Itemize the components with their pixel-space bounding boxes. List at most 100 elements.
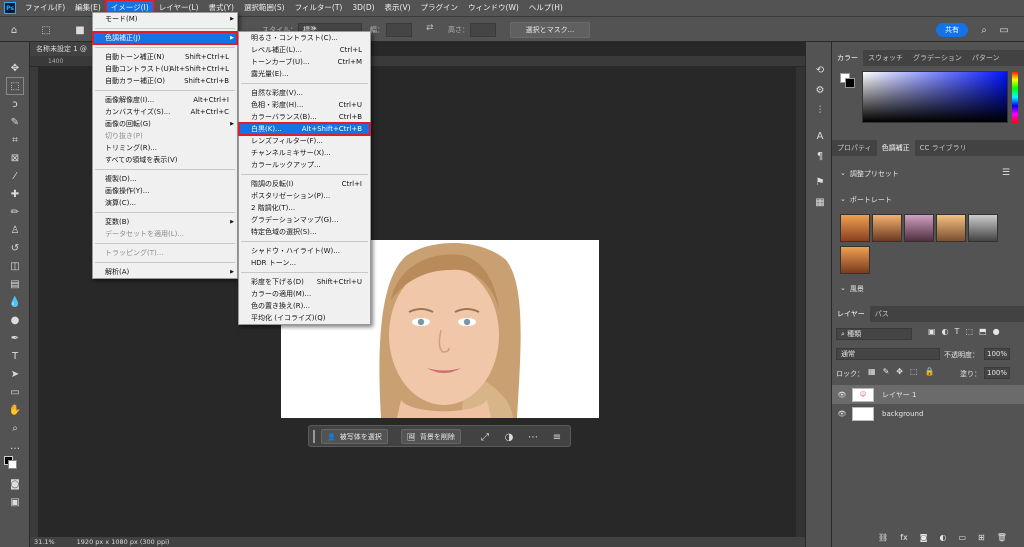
menu-item[interactable]: 自動トーン補正(N) Shift+Ctrl+L xyxy=(93,51,237,63)
menu-item[interactable]: 画像の回転(G) xyxy=(93,118,237,130)
menu-item[interactable]: 色調補正(J) xyxy=(92,31,238,45)
hand-tool-icon[interactable]: ✋ xyxy=(7,402,23,418)
adjustment-layer-icon[interactable]: ◐ xyxy=(939,533,946,542)
opacity-input[interactable]: 100% xyxy=(984,348,1010,360)
menu-item[interactable]: 露光量(E)... xyxy=(239,68,370,80)
document-info[interactable]: 1920 px x 1080 px (300 ppi) xyxy=(77,538,170,546)
preset-thumbnail[interactable] xyxy=(936,214,966,242)
marquee-tool-icon[interactable]: ⬚ xyxy=(6,77,24,95)
marquee-rect-icon[interactable]: ⬚ xyxy=(38,22,54,38)
transform-icon[interactable]: ⤢ xyxy=(477,429,493,445)
menu-item[interactable]: カラーの適用(M)... xyxy=(239,288,370,300)
menu-item[interactable]: 解析(A) xyxy=(93,266,237,278)
eye-icon[interactable]: 👁 xyxy=(832,391,852,399)
menu-item[interactable]: トリミング(R)... xyxy=(93,142,237,154)
settings-sliders-icon[interactable]: ≡ xyxy=(549,429,565,445)
more-tools-icon[interactable]: … xyxy=(7,438,23,454)
hue-slider[interactable] xyxy=(1012,71,1018,123)
adjust-filter-icon[interactable]: ◐ xyxy=(942,327,949,336)
move-tool-icon[interactable]: ✥ xyxy=(7,60,23,76)
remove-background-button[interactable]: 🖼 背景を削除 xyxy=(401,429,461,444)
quick-select-icon[interactable]: ✎ xyxy=(7,114,23,130)
lock-all-icon[interactable]: 🔒 xyxy=(925,367,935,376)
quick-mask-icon[interactable]: ◙ xyxy=(7,476,23,492)
dodge-tool-icon[interactable]: ● xyxy=(7,312,23,328)
lock-paint-icon[interactable]: ✎ xyxy=(883,367,890,376)
menu-item[interactable]: 特定色域の選択(S)... xyxy=(239,226,370,238)
menu-item[interactable]: 彩度を下げる(D) Shift+Ctrl+U xyxy=(239,276,370,288)
list-view-icon[interactable]: ☰ xyxy=(1002,168,1010,178)
menu-item[interactable]: 2 階調化(T)... xyxy=(239,202,370,214)
eyedropper-icon[interactable]: ⁄ xyxy=(7,168,23,184)
blend-mode-select[interactable]: 通常 xyxy=(836,348,940,360)
tab-swatches[interactable]: スウォッチ xyxy=(863,50,908,66)
menu-item[interactable]: 色の置き換え(R)... xyxy=(239,300,370,312)
background-color-swatch[interactable] xyxy=(8,460,17,469)
menu-item[interactable]: 明るさ・コントラスト(C)... xyxy=(239,32,370,44)
rectangle-tool-icon[interactable]: ▭ xyxy=(7,384,23,400)
eye-icon[interactable]: 👁 xyxy=(832,410,852,418)
tab-layers[interactable]: レイヤー xyxy=(832,306,870,322)
zoom-level[interactable]: 31.1% xyxy=(34,538,55,546)
lasso-tool-icon[interactable]: ↄ xyxy=(7,96,23,112)
menu-item[interactable]: 色相・彩度(H)... Ctrl+U xyxy=(239,99,370,111)
bg-color-chip[interactable] xyxy=(845,78,855,88)
menu-item[interactable]: 階調の反転(I) Ctrl+I xyxy=(239,178,370,190)
layer-row[interactable]: 👁 ☺ レイヤー 1 xyxy=(832,385,1024,404)
menu-item[interactable]: グラデーションマップ(G)... xyxy=(239,214,370,226)
menu-item[interactable]: 自然な彩度(V)... xyxy=(239,87,370,99)
preset-thumbnail[interactable] xyxy=(904,214,934,242)
vertical-scrollbar[interactable] xyxy=(796,67,805,537)
search-icon[interactable]: ⌕ xyxy=(976,22,992,38)
tab-paths[interactable]: パス xyxy=(870,306,894,322)
menu-item[interactable]: カンバスサイズ(S)... Alt+Ctrl+C xyxy=(93,106,237,118)
tab-adjustments[interactable]: 色調補正 xyxy=(876,140,915,156)
type-tool-icon[interactable]: T xyxy=(7,348,23,364)
tab-patterns[interactable]: パターン xyxy=(967,50,1005,66)
swap-icon[interactable]: ⇄ xyxy=(426,23,434,33)
drag-handle[interactable] xyxy=(313,430,315,443)
link-layers-icon[interactable]: ⛓ xyxy=(878,533,888,542)
menu-item[interactable]: プラグイン xyxy=(416,0,464,16)
menu-item[interactable]: フィルター(T) xyxy=(290,0,348,16)
color-picker-field[interactable] xyxy=(862,71,1008,123)
path-select-icon[interactable]: ➤ xyxy=(7,366,23,382)
menu-item[interactable]: チャンネルミキサー(X)... xyxy=(239,147,370,159)
menu-item[interactable]: ウィンドウ(W) xyxy=(463,0,524,16)
adjustment-presets-header[interactable]: ⌄ 調整プリセット xyxy=(840,169,899,179)
menu-item[interactable]: 画像操作(Y)... xyxy=(93,185,237,197)
add-mask-icon[interactable]: ◙ xyxy=(920,533,928,542)
share-button[interactable]: 共有 xyxy=(936,23,968,37)
adjust-icon[interactable]: ◑ xyxy=(501,429,517,445)
select-and-mask-button[interactable]: 選択とマスク... xyxy=(510,22,590,38)
preset-thumbnail[interactable] xyxy=(840,214,870,242)
history-panel-icon[interactable]: ⟲ xyxy=(812,62,828,78)
smart-filter-icon[interactable]: ⬒ xyxy=(979,327,987,336)
more-options-icon[interactable]: ⋯ xyxy=(525,429,541,445)
eraser-icon[interactable]: ◫ xyxy=(7,258,23,274)
preset-thumbnail[interactable] xyxy=(872,214,902,242)
menu-item[interactable]: レンズフィルター(F)... xyxy=(239,135,370,147)
fill-input[interactable]: 100% xyxy=(984,367,1010,379)
new-selection-icon[interactable]: ■ xyxy=(72,22,88,38)
menu-item[interactable]: 自動コントラスト(U) Alt+Shift+Ctrl+L xyxy=(93,63,237,75)
menu-item[interactable]: 表示(V) xyxy=(380,0,416,16)
tab-gradients[interactable]: グラデーション xyxy=(908,50,967,66)
tab-properties[interactable]: プロパティ xyxy=(832,140,877,156)
menu-item[interactable]: カラールックアップ... xyxy=(239,159,370,171)
home-icon[interactable]: ⌂ xyxy=(6,22,22,38)
menu-item[interactable]: ヘルプ(H) xyxy=(524,0,568,16)
menu-item[interactable]: 平均化 (イコライズ)(Q) xyxy=(239,312,370,324)
layer-style-icon[interactable]: fx xyxy=(900,533,908,542)
select-subject-button[interactable]: 👤 被写体を選択 xyxy=(321,429,388,444)
menu-item[interactable]: 画像解像度(I)... Alt+Ctrl+I xyxy=(93,94,237,106)
menu-item[interactable]: HDR トーン... xyxy=(239,257,370,269)
blur-tool-icon[interactable]: 💧 xyxy=(7,294,23,310)
type-filter-icon[interactable]: T xyxy=(955,327,960,336)
portrait-section-header[interactable]: ⌄ ポートレート xyxy=(840,195,892,205)
menu-item[interactable]: モード(M) xyxy=(93,13,237,25)
adjust-panel-icon[interactable]: ⫶ xyxy=(812,102,828,118)
menu-item[interactable]: 変数(B) xyxy=(93,216,237,228)
pixel-filter-icon[interactable]: ▣ xyxy=(928,327,936,336)
landscape-section-header[interactable]: ⌄ 風景 xyxy=(840,284,864,294)
